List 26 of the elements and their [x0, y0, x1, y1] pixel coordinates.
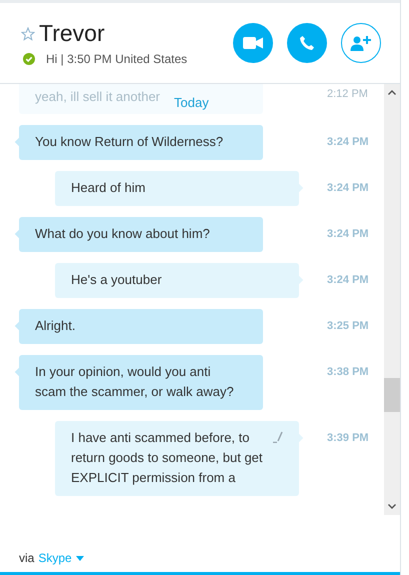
pencil-icon — [273, 431, 283, 443]
video-call-button[interactable] — [233, 23, 273, 63]
scroll-down-icon[interactable] — [388, 504, 396, 509]
scrollbar-thumb[interactable] — [384, 378, 400, 412]
online-status-icon — [23, 53, 35, 65]
message-time: 3:39 PM — [327, 432, 369, 444]
scroll-up-icon[interactable] — [388, 90, 396, 95]
caret-icon — [76, 556, 84, 560]
add-contact-button[interactable] — [341, 23, 381, 63]
via-label: via — [19, 551, 34, 565]
phone-icon — [299, 35, 315, 51]
service-dropdown[interactable]: Skype — [38, 551, 84, 565]
contact-name: Trevor — [39, 20, 105, 47]
star-icon[interactable] — [21, 26, 35, 40]
message-time: 3:25 PM — [327, 320, 369, 332]
call-button[interactable] — [287, 23, 327, 63]
video-camera-icon — [243, 37, 263, 49]
message-time: 2:12 PM — [327, 88, 368, 100]
message-time: 3:24 PM — [327, 182, 369, 194]
status-message: Hi | 3:50 PM United States — [46, 52, 188, 66]
date-divider: Today — [174, 95, 209, 110]
message-time: 3:38 PM — [327, 366, 369, 378]
message-time: 3:24 PM — [327, 274, 369, 286]
message-time: 3:24 PM — [327, 228, 369, 240]
add-person-icon — [350, 35, 372, 51]
message-time: 3:24 PM — [327, 136, 369, 148]
